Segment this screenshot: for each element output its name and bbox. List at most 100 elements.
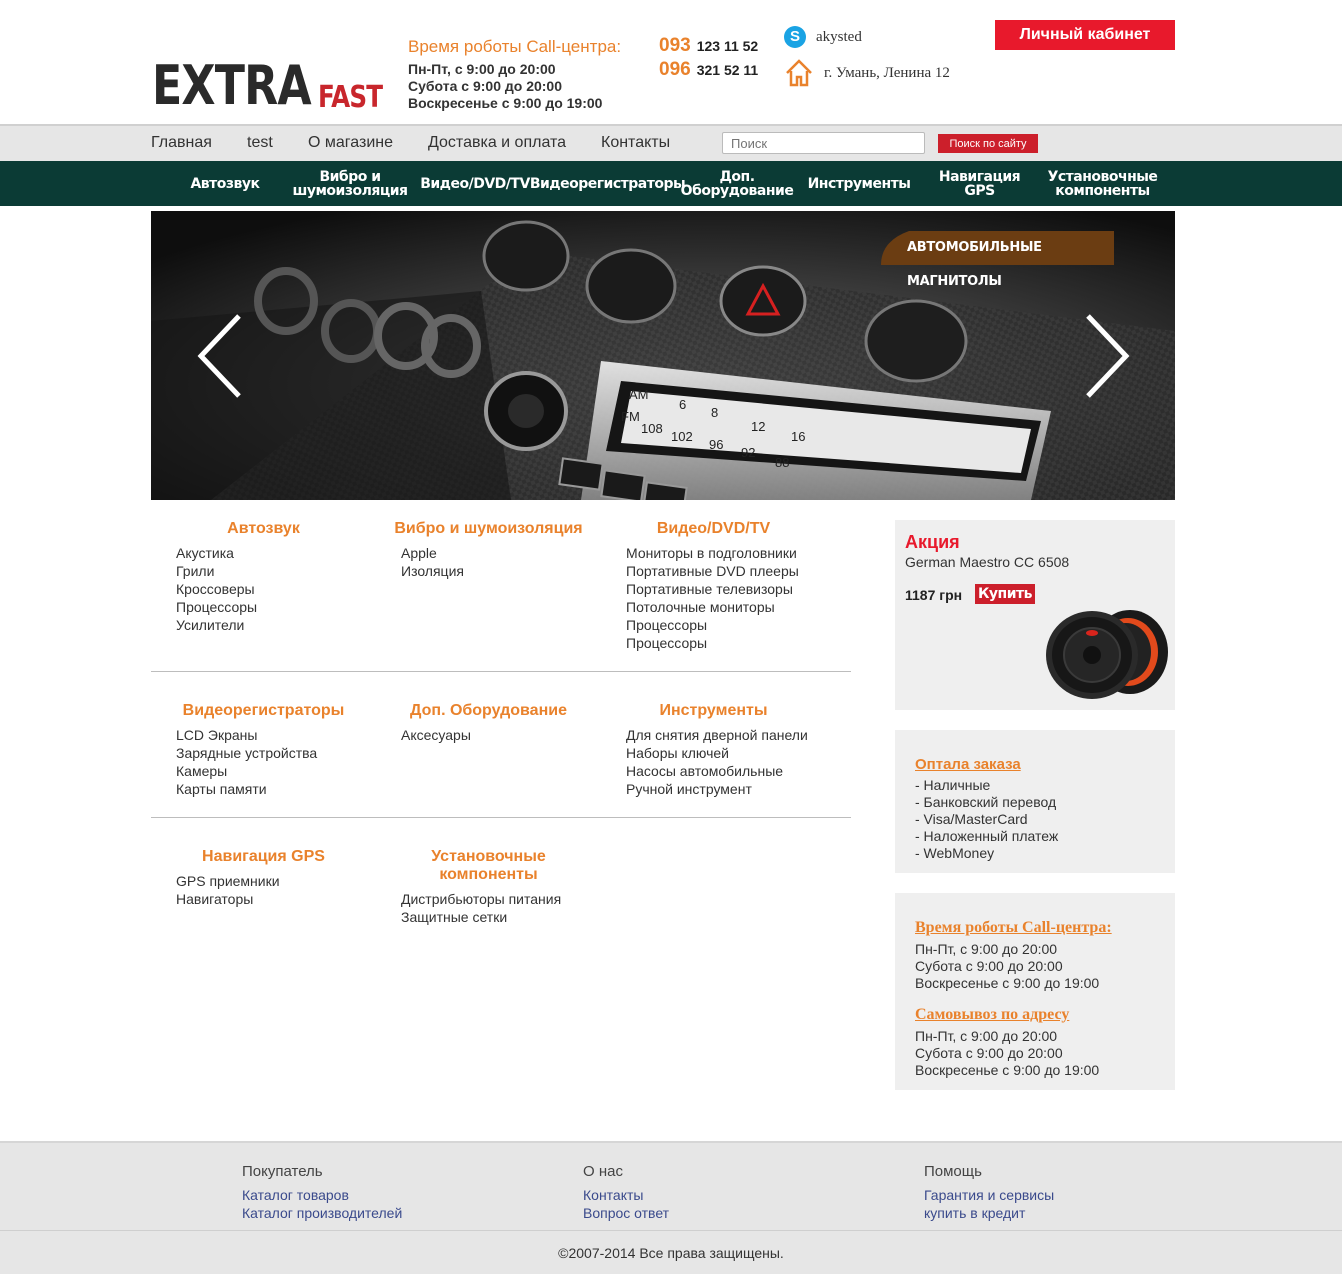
skype-name: akysted <box>816 28 862 45</box>
header-hours: Время роботы Call-центра: Пн-Пт, с 9:00 … <box>408 37 621 112</box>
category-vibro[interactable]: Вибро и шумоизоляция <box>290 161 410 206</box>
catalog-link[interactable]: Для снятия дверной панели <box>601 726 826 744</box>
payment-item: - Банковский перевод <box>915 794 1057 810</box>
payment-title[interactable]: Оптала заказа <box>915 756 1155 773</box>
footer-link[interactable]: Каталог товаров <box>242 1186 402 1204</box>
personal-cabinet-button[interactable]: Личный кабинет <box>995 20 1175 50</box>
footer-divider <box>0 1230 1342 1231</box>
catalog-link[interactable]: GPS приемники <box>151 872 376 890</box>
schedule-line: Субота с 9:00 до 20:00 <box>915 1045 1063 1061</box>
catalog-link[interactable]: Дистрибьюторы питания <box>376 890 601 908</box>
promo-product-name[interactable]: German Maestro CC 6508 <box>905 554 1069 570</box>
promo-box: Акция German Maestro CC 6508 1187 грн Ку… <box>895 520 1175 710</box>
divider <box>151 671 851 672</box>
catalog-link[interactable]: Зарядные устройства <box>151 744 376 762</box>
catalog-link[interactable]: Apple <box>376 544 601 562</box>
schedule-line: Субота с 9:00 до 20:00 <box>915 958 1063 974</box>
hero-slider[interactable]: AM FM 6 8 12 16 108 102 96 92 88 АВТОМОБИЛЬНЫЕ МАГ… <box>151 211 1175 500</box>
catalog-block: Автозвук Акустика Грили Кроссоверы Проце… <box>151 520 376 634</box>
catalog-link[interactable]: Процессоры <box>601 634 826 652</box>
pickup-title[interactable]: Самовывоз по адресу <box>915 1006 1155 1024</box>
catalog-link[interactable]: Кроссоверы <box>151 580 376 598</box>
search-input[interactable] <box>722 132 925 154</box>
catalog-link[interactable]: Процессоры <box>601 616 826 634</box>
category-gps[interactable]: Навигация GPS <box>922 161 1037 206</box>
footer-link[interactable]: Гарантия и сервисы <box>924 1186 1054 1204</box>
catalog-title[interactable]: Вибро и шумоизоляция <box>376 520 601 538</box>
search-button[interactable]: Поиск по сайту <box>938 134 1038 153</box>
catalog-link[interactable]: Аксесуары <box>376 726 601 744</box>
promo-title: Акция <box>905 532 960 552</box>
catalog-link[interactable]: Портативные DVD плееры <box>601 562 826 580</box>
category-dashcams[interactable]: Видеорегистраторы <box>530 161 686 206</box>
catalog-link[interactable]: Наборы ключей <box>601 744 826 762</box>
skype-contact[interactable]: S akysted <box>784 26 862 48</box>
footer-heading: Покупатель <box>242 1163 323 1180</box>
logo-main-text: EXTRA <box>152 54 312 117</box>
site-header: EXTRA FAST Время роботы Call-центра: Пн-… <box>0 0 1342 124</box>
catalog-link[interactable]: Карты памяти <box>151 780 376 798</box>
schedule-line: Воскресенье с 9:00 до 19:00 <box>915 975 1100 991</box>
promo-price: 1187 грн <box>905 587 963 603</box>
catalog-link[interactable]: Процессоры <box>151 598 376 616</box>
category-installation[interactable]: Установочные компоненты <box>1045 161 1160 206</box>
catalog-title[interactable]: Видео/DVD/TV <box>601 520 826 538</box>
catalog-link[interactable]: Усилители <box>151 616 376 634</box>
phone-digits: 321 52 11 <box>696 62 759 78</box>
catalog-link[interactable]: Насосы автомобильные <box>601 762 826 780</box>
footer-link[interactable]: Вопрос ответ <box>583 1204 669 1222</box>
category-tools[interactable]: Инструменты <box>805 161 913 206</box>
catalog-link[interactable]: Мониторы в подголовники <box>601 544 826 562</box>
dial-label: 102 <box>671 429 693 444</box>
catalog-link[interactable]: Ручной инструмент <box>601 780 826 798</box>
catalog-link[interactable]: Грили <box>151 562 376 580</box>
catalog-link[interactable]: Защитные сетки <box>376 908 601 926</box>
catalog-title[interactable]: Доп. Оборудование <box>376 702 601 720</box>
catalog-link[interactable]: Потолочные мониторы <box>601 598 826 616</box>
footer-link[interactable]: купить в кредит <box>924 1204 1054 1222</box>
nav-item-contacts[interactable]: Контакты <box>601 134 670 152</box>
phone-number[interactable]: 093 123 11 52 <box>659 34 758 58</box>
call-center-title[interactable]: Время роботы Call-центра: <box>915 919 1155 937</box>
slider-badge[interactable]: АВТОМОБИЛЬНЫЕ МАГНИТОЛЫ <box>881 231 1116 289</box>
catalog-link[interactable]: Портативные телевизоры <box>601 580 826 598</box>
hours-line: Воскресенье с 9:00 до 19:00 <box>408 95 603 111</box>
page: { "header": { "logo_main": "EXTRA", "log… <box>0 0 1342 1274</box>
logo[interactable]: EXTRA FAST <box>152 54 383 117</box>
catalog-link[interactable]: Акустика <box>151 544 376 562</box>
nav-item-test[interactable]: test <box>247 134 273 152</box>
catalog-link[interactable]: Камеры <box>151 762 376 780</box>
nav-item-delivery[interactable]: Доставка и оплата <box>428 134 566 152</box>
category-equipment[interactable]: Доп. Оборудование <box>681 161 794 206</box>
schedule-line: Пн-Пт, с 9:00 до 20:00 <box>915 1028 1058 1044</box>
catalog-title[interactable]: Видеорегистраторы <box>151 702 376 720</box>
catalog-link[interactable]: Навигаторы <box>151 890 376 908</box>
divider <box>151 817 851 818</box>
catalog-block: Инструменты Для снятия дверной панели На… <box>601 702 826 798</box>
catalog-link[interactable]: Изоляция <box>376 562 601 580</box>
buy-button[interactable]: Купить <box>975 584 1035 604</box>
top-nav: Главная test О магазине Доставка и оплат… <box>0 124 1342 161</box>
catalog-title[interactable]: Навигация GPS <box>151 848 376 866</box>
footer-link[interactable]: Каталог производителей <box>242 1204 402 1222</box>
address-text: г. Умань, Ленина 12 <box>824 64 950 81</box>
catalog-title[interactable]: Инструменты <box>601 702 826 720</box>
chevron-left-icon[interactable] <box>191 311 251 401</box>
catalog-block: Доп. Оборудование Аксесуары <box>376 702 601 744</box>
category-autosound[interactable]: Автозвук <box>185 161 265 206</box>
catalog-link[interactable]: LCD Экраны <box>151 726 376 744</box>
catalog-title[interactable]: Автозвук <box>151 520 376 538</box>
footer-link[interactable]: Контакты <box>583 1186 669 1204</box>
skype-icon: S <box>784 26 806 48</box>
footer-heading: О нас <box>583 1163 623 1180</box>
speaker-image[interactable] <box>1040 600 1170 700</box>
chevron-right-icon[interactable] <box>1076 311 1136 401</box>
catalog-title[interactable]: Установочные компоненты <box>376 848 601 884</box>
nav-item-home[interactable]: Главная <box>151 134 212 152</box>
payment-item: - Наличные <box>915 777 991 793</box>
category-video[interactable]: Видео/DVD/TV <box>420 161 530 206</box>
nav-item-about[interactable]: О магазине <box>308 134 393 152</box>
dial-label: 12 <box>751 419 765 434</box>
phone-number[interactable]: 096 321 52 11 <box>659 58 758 82</box>
phone-list: 093 123 11 52 096 321 52 11 <box>659 34 758 82</box>
